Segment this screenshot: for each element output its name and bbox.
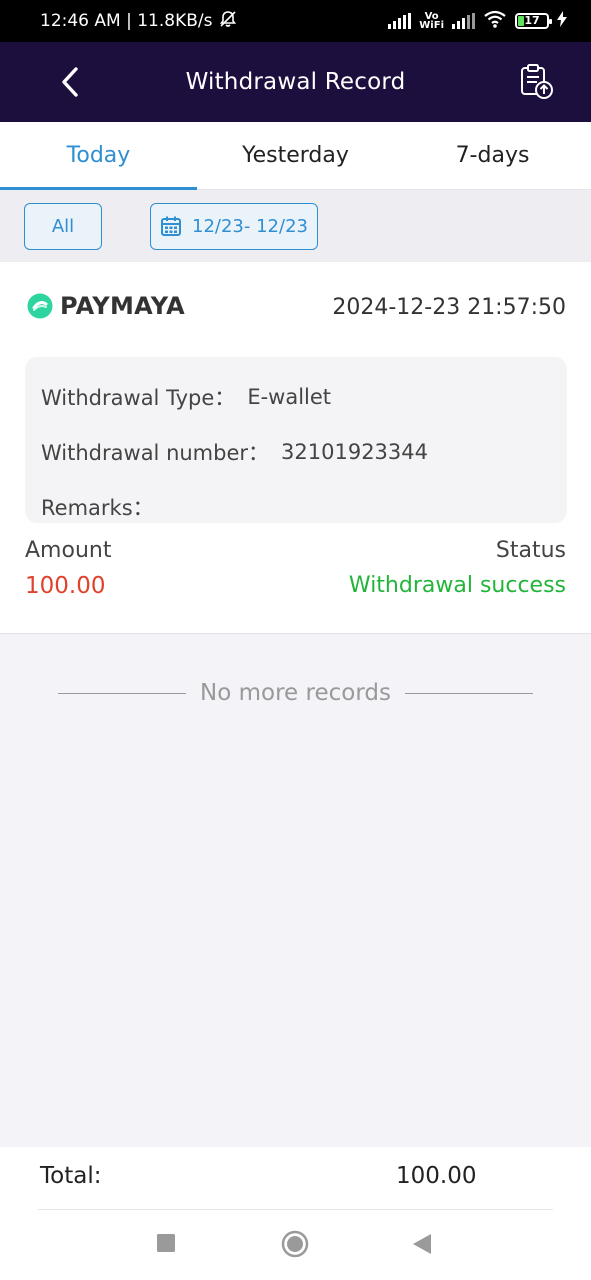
divider-line-right xyxy=(404,692,533,694)
total-value: 100.00 xyxy=(396,1163,477,1189)
amount-label: Amount xyxy=(25,538,112,563)
amount-value: 100.00 xyxy=(25,573,106,599)
wifi-icon xyxy=(483,10,507,33)
record-datetime: 2024-12-23 21:57:50 xyxy=(332,295,566,320)
withdrawal-type-value: E-wallet xyxy=(247,384,332,409)
recents-button[interactable] xyxy=(156,1233,176,1253)
filter-all-label: All xyxy=(51,215,75,237)
footer-divider xyxy=(38,1209,553,1210)
payment-method-name: PAYMAYA xyxy=(60,292,185,320)
system-nav-bar xyxy=(0,1225,591,1265)
bell-muted-icon xyxy=(218,9,238,34)
status-value: Withdrawal success xyxy=(348,573,566,598)
withdrawal-type-row: Withdrawal Type： E-wallet xyxy=(41,369,551,424)
vowifi-line2: WiFi xyxy=(419,20,444,31)
list-end-indicator: No more records xyxy=(58,676,533,710)
date-tabs: Today Yesterday 7-days xyxy=(0,122,591,190)
remarks-row: Remarks： xyxy=(41,479,551,534)
triangle-back-icon xyxy=(413,1234,431,1254)
signal-2-icon xyxy=(452,13,475,29)
remarks-label: Remarks： xyxy=(41,495,154,520)
withdrawal-record-card[interactable]: PAYMAYA 2024-12-23 21:57:50 Withdrawal T… xyxy=(0,262,591,634)
total-label: Total: xyxy=(40,1163,102,1189)
calendar-icon xyxy=(161,216,182,236)
divider-line-left xyxy=(58,692,187,694)
record-details: Withdrawal Type： E-wallet Withdrawal num… xyxy=(25,357,567,523)
battery-icon: 17 xyxy=(515,13,552,29)
paymaya-logo-icon xyxy=(27,293,53,319)
date-range-button[interactable]: 12/23- 12/23 xyxy=(150,202,318,250)
filter-all-button[interactable]: All xyxy=(24,202,102,250)
filter-bar: All 12/23- 12/23 xyxy=(0,190,591,262)
withdrawal-number-value: 32101923344 xyxy=(281,439,429,464)
tab-7-days[interactable]: 7-days xyxy=(394,122,591,189)
app-header: Withdrawal Record xyxy=(0,42,591,122)
no-more-records-text: No more records xyxy=(200,680,391,706)
withdrawal-type-label: Withdrawal Type： xyxy=(41,385,236,410)
withdrawal-number-label: Withdrawal number： xyxy=(41,440,270,465)
signal-icon xyxy=(388,13,412,29)
date-range-label: 12/23- 12/23 xyxy=(192,215,308,237)
charging-icon xyxy=(557,10,567,32)
battery-level: 17 xyxy=(524,14,540,27)
status-bar: 12:46 AM | 11.8KB/s Vo WiFi 17 xyxy=(0,0,591,42)
back-nav-button[interactable] xyxy=(412,1233,432,1255)
tab-yesterday[interactable]: Yesterday xyxy=(197,122,394,189)
total-footer: Total: 100.00 xyxy=(0,1147,591,1280)
payment-method: PAYMAYA xyxy=(26,292,185,320)
page-title: Withdrawal Record xyxy=(185,69,406,95)
status-time-speed: 12:46 AM | 11.8KB/s xyxy=(40,11,213,31)
back-button[interactable] xyxy=(52,64,88,100)
home-button[interactable] xyxy=(281,1230,309,1258)
clipboard-upload-icon[interactable] xyxy=(517,62,557,102)
status-label: Status xyxy=(495,538,566,563)
vowifi-icon: Vo WiFi xyxy=(419,12,444,31)
chevron-left-icon xyxy=(62,67,78,97)
square-icon xyxy=(157,1234,175,1252)
tab-today[interactable]: Today xyxy=(0,122,197,190)
withdrawal-number-row: Withdrawal number： 32101923344 xyxy=(41,424,551,479)
circle-icon xyxy=(281,1230,309,1258)
